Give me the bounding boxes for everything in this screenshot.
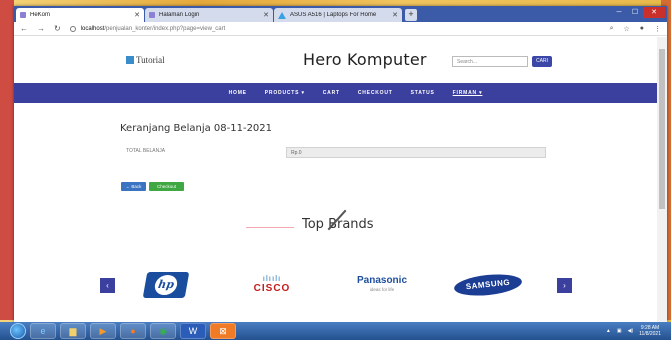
page-viewport: Tutorial Hero Komputer Search... CARI HO… — [14, 37, 657, 322]
heading-divider — [246, 227, 294, 228]
nav-status[interactable]: STATUS — [411, 90, 435, 96]
firefox-taskbar-icon[interactable]: ● — [120, 323, 146, 339]
carousel-next-button[interactable]: › — [557, 278, 572, 293]
hp-logo-text: hp — [153, 275, 179, 295]
brands-carousel: ‹ hp ılıılı CISCO Panasonic ideas for li… — [14, 268, 657, 308]
site-header: Tutorial Hero Komputer Search... CARI — [14, 37, 657, 83]
tab-bar: HeKom ✕ Halaman Login ✕ ASUS A516 | Lapt… — [14, 6, 667, 22]
back-button[interactable]: ← Back — [121, 182, 146, 191]
nav-home[interactable]: HOME — [229, 90, 247, 96]
chrome-taskbar-icon[interactable]: ◉ — [150, 323, 176, 339]
close-icon[interactable]: ✕ — [392, 11, 398, 19]
minimize-icon[interactable]: ─ — [611, 7, 627, 18]
tab-title: Halaman Login — [159, 12, 200, 18]
close-icon[interactable]: ✕ — [134, 11, 140, 19]
back-arrow-icon[interactable]: ← — [20, 24, 28, 33]
page-favicon-icon — [149, 12, 155, 18]
zoom-icon[interactable]: ⌕ — [610, 25, 614, 33]
cisco-logo-text: CISCO — [253, 283, 291, 294]
media-player-taskbar-icon[interactable]: ▶ — [90, 323, 116, 339]
site-title: Hero Komputer — [303, 50, 427, 69]
site-logo[interactable]: Tutorial — [126, 55, 165, 65]
url-path: /penjualan_konter/index.php?page=view_ca… — [104, 25, 226, 32]
profile-icon[interactable]: ● — [640, 25, 644, 33]
volume-icon[interactable]: ◀) — [628, 328, 634, 334]
close-icon[interactable]: ✕ — [263, 11, 269, 19]
nav-checkout[interactable]: CHECKOUT — [358, 90, 393, 96]
system-tray: ▲ ▣ ◀) 9:28 AM 11/8/2021 — [606, 325, 671, 337]
network-icon[interactable]: ▣ — [617, 328, 622, 334]
clock-date: 11/8/2021 — [639, 331, 661, 337]
search-button[interactable]: CARI — [532, 56, 552, 67]
nav-user-firman[interactable]: FIRMAN ▾ — [453, 90, 483, 96]
address-bar: ← → ↻ localhost /penjualan_konter/index.… — [14, 22, 667, 36]
reload-icon[interactable]: ↻ — [54, 24, 61, 33]
nav-cart[interactable]: CART — [323, 90, 340, 96]
windows-taskbar: e ▆ ▶ ● ◉ W ⊠ ▲ ▣ ◀) 9:28 AM 11/8/2021 — [0, 322, 671, 340]
total-label: TOTAL BELANJA — [126, 148, 166, 154]
browser-actions: ⌕ ☆ ● ⋮ — [610, 25, 661, 33]
logo-text: Tutorial — [136, 55, 165, 65]
window-controls: ─ ☐ ✕ — [611, 7, 665, 18]
main-navbar: HOME PRODUCTS ▾ CART CHECKOUT STATUS FIR… — [14, 83, 657, 103]
panasonic-logo[interactable]: Panasonic ideas for life — [351, 275, 413, 292]
scrollbar-thumb[interactable] — [659, 49, 665, 209]
window-close-icon[interactable]: ✕ — [643, 7, 665, 18]
cisco-bars-icon: ılıılı — [262, 274, 282, 283]
nav-products[interactable]: PRODUCTS ▾ — [265, 90, 305, 96]
folder-taskbar-icon[interactable]: ▆ — [60, 323, 86, 339]
url-host: localhost — [80, 25, 105, 32]
url-field[interactable]: localhost /penjualan_konter/index.php?pa… — [69, 25, 610, 32]
cisco-logo[interactable]: ılıılı CISCO — [247, 274, 297, 294]
bookmark-star-icon[interactable]: ☆ — [623, 25, 629, 33]
xampp-taskbar-icon[interactable]: ⊠ — [210, 323, 236, 339]
hp-logo[interactable]: hp — [142, 272, 190, 298]
browser-window: HeKom ✕ Halaman Login ✕ ASUS A516 | Lapt… — [14, 6, 667, 322]
search-input[interactable]: Search... — [452, 56, 528, 67]
word-taskbar-icon[interactable]: W — [180, 323, 206, 339]
ie-taskbar-icon[interactable]: e — [30, 323, 56, 339]
samsung-logo[interactable]: SAMSUNG — [453, 271, 523, 299]
panasonic-logo-text: Panasonic — [356, 275, 408, 286]
maximize-icon[interactable]: ☐ — [627, 7, 643, 18]
forward-arrow-icon[interactable]: → — [37, 24, 45, 33]
menu-kebab-icon[interactable]: ⋮ — [654, 25, 661, 33]
show-hidden-icons-icon[interactable]: ▲ — [606, 328, 611, 334]
panasonic-tagline: ideas for life — [369, 287, 395, 292]
page-favicon-icon — [20, 12, 26, 18]
new-tab-button[interactable]: + — [405, 9, 417, 21]
page-title: Keranjang Belanja 08-11-2021 — [120, 123, 273, 134]
cart-content: Keranjang Belanja 08-11-2021 TOTAL BELAN… — [14, 103, 657, 322]
logo-image-icon — [126, 56, 134, 64]
tab-title: ASUS A516 | Laptops For Home — [290, 12, 377, 18]
asus-favicon-icon — [278, 11, 286, 19]
total-value-field: Rp.0 — [286, 147, 546, 158]
checkout-button[interactable]: Checkout — [149, 182, 184, 191]
wallpaper-edge-left — [0, 0, 14, 320]
system-clock[interactable]: 9:28 AM 11/8/2021 — [639, 325, 661, 337]
tab-hekom[interactable]: HeKom ✕ — [16, 8, 144, 22]
info-icon[interactable] — [69, 25, 76, 32]
tab-halaman-login[interactable]: Halaman Login ✕ — [145, 8, 273, 22]
start-button[interactable] — [10, 323, 26, 339]
tab-title: HeKom — [30, 12, 51, 18]
carousel-prev-button[interactable]: ‹ — [100, 278, 115, 293]
tab-asus[interactable]: ASUS A516 | Laptops For Home ✕ — [274, 8, 402, 22]
page-scrollbar[interactable] — [657, 37, 667, 322]
